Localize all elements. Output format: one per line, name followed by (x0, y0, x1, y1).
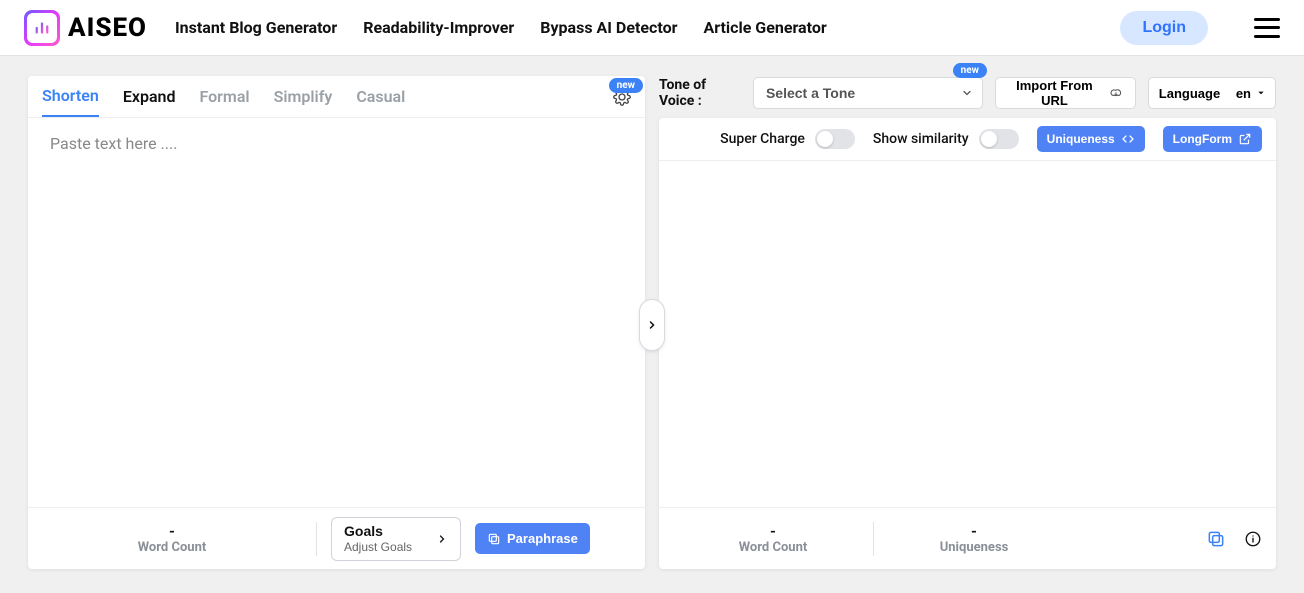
tab-casual[interactable]: Casual (356, 87, 405, 116)
brand-logo[interactable]: AISEO (24, 10, 147, 46)
output-panel: Super Charge Show similarity Uniqueness … (659, 118, 1276, 569)
caret-down-icon (1257, 89, 1265, 97)
output-word-count-value: - (673, 522, 873, 540)
chevrons-icon (1121, 134, 1135, 144)
output-body (659, 161, 1276, 507)
goals-button[interactable]: Goals Adjust Goals (331, 517, 461, 561)
nav-bypass-ai[interactable]: Bypass AI Detector (540, 18, 677, 37)
divider (316, 522, 317, 556)
tab-simplify[interactable]: Simplify (274, 87, 333, 116)
input-panel: Shorten Expand Formal Simplify Casual ne… (28, 76, 645, 569)
tone-select-wrap: Select a Tone new (753, 77, 983, 109)
copy-icon (487, 532, 501, 546)
output-actions (1206, 529, 1262, 549)
tab-expand[interactable]: Expand (123, 87, 176, 116)
chevron-right-icon (646, 319, 658, 331)
import-url-button[interactable]: Import From URL (995, 77, 1136, 109)
nav-readability[interactable]: Readability-Improver (363, 18, 514, 37)
control-bar: Tone of Voice : Select a Tone new Import… (659, 76, 1276, 110)
tone-label: Tone of Voice : (659, 77, 741, 109)
mode-tabs: Shorten Expand Formal Simplify Casual ne… (28, 76, 645, 118)
text-input[interactable] (50, 134, 623, 491)
copy-output-button[interactable] (1206, 529, 1226, 549)
output-word-count-metric: - Word Count (673, 522, 873, 555)
login-button[interactable]: Login (1120, 11, 1208, 45)
tab-shorten[interactable]: Shorten (42, 86, 99, 117)
settings-button[interactable]: new (613, 88, 631, 116)
language-button[interactable]: Language en (1148, 77, 1276, 109)
word-count-label: Word Count (42, 540, 302, 555)
word-count-metric: - Word Count (42, 522, 302, 555)
output-uniqueness-label: Uniqueness (874, 540, 1074, 555)
output-footer: - Word Count - Uniqueness (659, 507, 1276, 569)
menu-icon[interactable] (1254, 18, 1280, 38)
editor-area (28, 118, 645, 507)
output-column: Tone of Voice : Select a Tone new Import… (659, 76, 1276, 569)
output-toolbar: Super Charge Show similarity Uniqueness … (659, 118, 1276, 161)
show-similarity-toggle-wrap: Show similarity (873, 129, 1019, 149)
language-value: en (1236, 86, 1251, 101)
nav-article-gen[interactable]: Article Generator (703, 18, 826, 37)
uniqueness-button[interactable]: Uniqueness (1037, 126, 1145, 152)
new-badge: new (609, 78, 643, 93)
import-label: Import From URL (1008, 78, 1101, 108)
chevron-right-icon (436, 533, 448, 545)
goals-subtitle: Adjust Goals (344, 540, 412, 554)
paraphrase-label: Paraphrase (507, 531, 578, 546)
brand-name: AISEO (68, 13, 147, 43)
uniqueness-label: Uniqueness (1047, 132, 1115, 146)
external-link-icon (1238, 132, 1252, 146)
language-label: Language (1159, 86, 1220, 101)
info-icon (1244, 530, 1262, 548)
super-charge-label: Super Charge (720, 131, 805, 147)
info-button[interactable] (1244, 530, 1262, 548)
word-count-value: - (42, 522, 302, 540)
output-uniqueness-value: - (874, 522, 1074, 540)
cloud-download-icon (1109, 85, 1123, 101)
longform-button[interactable]: LongForm (1163, 126, 1262, 152)
tone-select[interactable]: Select a Tone (753, 77, 983, 109)
longform-label: LongForm (1173, 132, 1232, 146)
show-similarity-toggle[interactable] (979, 129, 1019, 149)
show-similarity-label: Show similarity (873, 131, 969, 147)
super-charge-toggle[interactable] (815, 129, 855, 149)
new-badge: new (953, 63, 987, 78)
output-word-count-label: Word Count (673, 540, 873, 555)
paraphrase-button[interactable]: Paraphrase (475, 523, 590, 554)
nav-instant-blog[interactable]: Instant Blog Generator (175, 18, 337, 37)
goals-title: Goals (344, 523, 383, 539)
header: AISEO Instant Blog Generator Readability… (0, 0, 1304, 56)
input-footer: - Word Count Goals Adjust Goals Paraphra… (28, 507, 645, 569)
copy-icon (1206, 529, 1226, 549)
main-nav: Instant Blog Generator Readability-Impro… (175, 18, 1092, 37)
tab-formal[interactable]: Formal (199, 87, 249, 116)
logo-icon (24, 10, 60, 46)
super-charge-toggle-wrap: Super Charge (720, 129, 855, 149)
panel-collapse-button[interactable] (639, 299, 665, 351)
workspace: Shorten Expand Formal Simplify Casual ne… (0, 56, 1304, 593)
output-uniqueness-metric: - Uniqueness (874, 522, 1074, 555)
